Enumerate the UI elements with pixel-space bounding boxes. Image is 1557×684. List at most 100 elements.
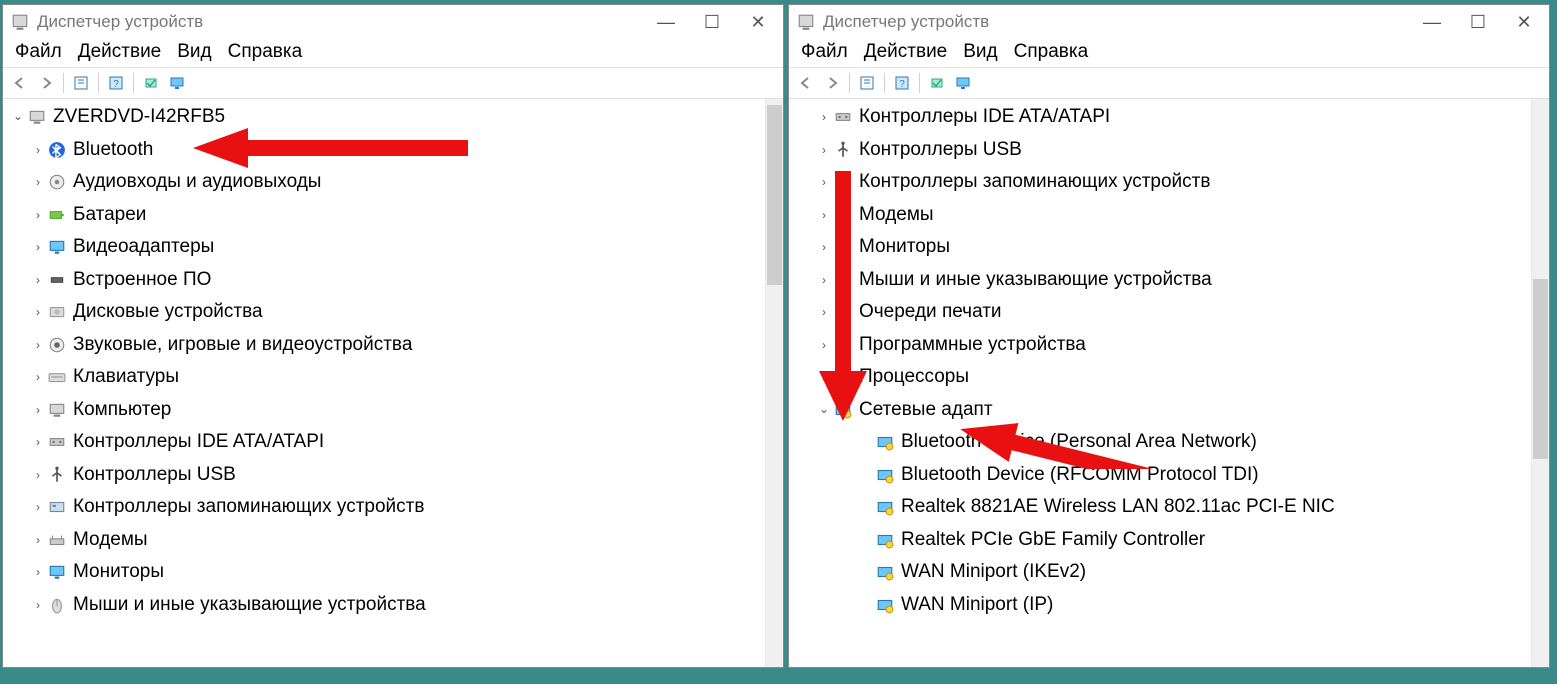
app-icon [11,13,29,31]
monitor-icon [47,562,67,582]
tree-child-0[interactable]: Bluetooth Device (Personal Area Network) [789,426,1531,459]
minimize-button[interactable]: — [1409,5,1455,39]
tree-item-13[interactable]: ›Мониторы [3,556,765,589]
scrollbar[interactable] [1531,99,1549,667]
tree-item-6[interactable]: › Звуковые, игровые и видеоустройства [3,329,765,362]
chevron-right-icon: › [31,370,45,384]
close-button[interactable]: ✕ [1501,5,1547,39]
usb-icon [47,465,67,485]
back-button[interactable] [9,72,31,94]
tree-item-14[interactable]: ›Мыши и иные указывающие устройства [3,589,765,622]
toolbar: ? [3,68,783,99]
tree-item-label: Модемы [73,529,148,551]
tree-item-label: Мыши и иные указывающие устройства [73,594,426,616]
tree-item-10[interactable]: ›Контроллеры USB [3,459,765,492]
menu-view[interactable]: Вид [177,41,211,63]
tree-item-label: WAN Miniport (IP) [901,594,1053,616]
tree-item-4[interactable]: ›Встроенное ПО [3,264,765,297]
display-icon [47,237,67,257]
forward-button[interactable] [821,72,843,94]
maximize-button[interactable]: ☐ [1455,5,1501,39]
tree-item-label: Дисковые устройства [73,301,263,323]
tree-item-label: Realtek 8821AE Wireless LAN 802.11ac PCI… [901,496,1335,518]
tree-item-8[interactable]: ›Процессоры [789,361,1531,394]
ide-icon [47,432,67,452]
kbd-icon [47,367,67,387]
device-manager-window-left: Диспетчер устройств — ☐ ✕ Файл Действие … [2,4,784,668]
close-button[interactable]: ✕ [735,5,781,39]
tree-root[interactable]: ⌄ZVERDVD-I42RFB5 [3,101,765,134]
modem-icon [47,530,67,550]
titlebar: Диспетчер устройств — ☐ ✕ [789,5,1549,39]
menu-action[interactable]: Действие [78,41,162,63]
chevron-right-icon: › [31,273,45,287]
tree-item-7[interactable]: ›Программные устройства [789,329,1531,362]
help-icon[interactable]: ? [891,72,913,94]
tree-item-6[interactable]: ›Очереди печати [789,296,1531,329]
chevron-right-icon: › [31,565,45,579]
bt-icon [47,140,67,160]
tree-item-label: Звуковые, игровые и видеоустройства [73,334,412,356]
chevron-right-icon: › [817,110,831,124]
properties-icon[interactable] [70,72,92,94]
tree-item-network-adapters[interactable]: ⌄Сетевые адапт [789,394,1531,427]
tree-item-label: Видеоадаптеры [73,236,214,258]
maximize-button[interactable]: ☐ [689,5,735,39]
menu-action[interactable]: Действие [864,41,948,63]
scan-icon[interactable] [926,72,948,94]
tree-child-3[interactable]: Realtek PCIe GbE Family Controller [789,524,1531,557]
tree-item-label: Контроллеры запоминающих устройств [73,496,424,518]
menu-file[interactable]: Файл [801,41,848,63]
help-icon[interactable]: ? [105,72,127,94]
tree-item-1[interactable]: ›Аудиовходы и аудиовыходы [3,166,765,199]
tree-item-0[interactable]: ›Bluetooth [3,134,765,167]
properties-icon[interactable] [856,72,878,94]
tree-item-1[interactable]: ›Контроллеры USB [789,134,1531,167]
titlebar: Диспетчер устройств — ☐ ✕ [3,5,783,39]
menu-file[interactable]: Файл [15,41,62,63]
device-manager-window-right: Диспетчер устройств — ☐ ✕ Файл Действие … [788,4,1550,668]
menu-view[interactable]: Вид [963,41,997,63]
minimize-button[interactable]: — [643,5,689,39]
menu-help[interactable]: Справка [1014,41,1089,63]
monitor-icon[interactable] [166,72,188,94]
tree-item-12[interactable]: ›Модемы [3,524,765,557]
tree-item-8[interactable]: ›Компьютер [3,394,765,427]
tree-item-5[interactable]: ›Дисковые устройства [3,296,765,329]
toolbar: ? [789,68,1549,99]
chevron-right-icon: › [817,240,831,254]
chevron-right-icon: › [31,338,45,352]
chevron-right-icon: › [817,305,831,319]
scrollbar[interactable] [765,99,783,667]
scan-icon[interactable] [140,72,162,94]
back-button[interactable] [795,72,817,94]
tree-item-label: Bluetooth Device (Personal Area Network) [901,431,1257,453]
net-icon [875,530,895,550]
tree-child-2[interactable]: Realtek 8821AE Wireless LAN 802.11ac PCI… [789,491,1531,524]
tree-item-5[interactable]: ›Мыши и иные указывающие устройства [789,264,1531,297]
menubar: Файл Действие Вид Справка [3,39,783,68]
tree-item-2[interactable]: ›Контроллеры запоминающих устройств [789,166,1531,199]
menu-help[interactable]: Справка [228,41,303,63]
chevron-right-icon: › [31,240,45,254]
chevron-down-icon: ⌄ [817,402,831,416]
tree-item-0[interactable]: ›Контроллеры IDE ATA/ATAPI [789,101,1531,134]
tree-child-4[interactable]: WAN Miniport (IKEv2) [789,556,1531,589]
tree-item-2[interactable]: ›Батареи [3,199,765,232]
ide-icon [833,107,853,127]
tree-item-3[interactable]: › Видеоадаптеры [3,231,765,264]
forward-button[interactable] [35,72,57,94]
monitor-icon[interactable] [952,72,974,94]
chevron-right-icon: › [817,370,831,384]
tree-item-7[interactable]: ›Клавиатуры [3,361,765,394]
tree-child-5[interactable]: WAN Miniport (IP) [789,589,1531,622]
storage-icon [47,497,67,517]
tree-item-9[interactable]: ›Контроллеры IDE ATA/ATAPI [3,426,765,459]
pc-icon [47,400,67,420]
tree-item-label: Программные устройства [859,334,1086,356]
tree-item-3[interactable]: ›Модемы [789,199,1531,232]
chevron-right-icon: › [31,403,45,417]
tree-child-1[interactable]: Bluetooth Device (RFCOMM Protocol TDI) [789,459,1531,492]
tree-item-4[interactable]: ›Мониторы [789,231,1531,264]
tree-item-11[interactable]: ›Контроллеры запоминающих устройств [3,491,765,524]
